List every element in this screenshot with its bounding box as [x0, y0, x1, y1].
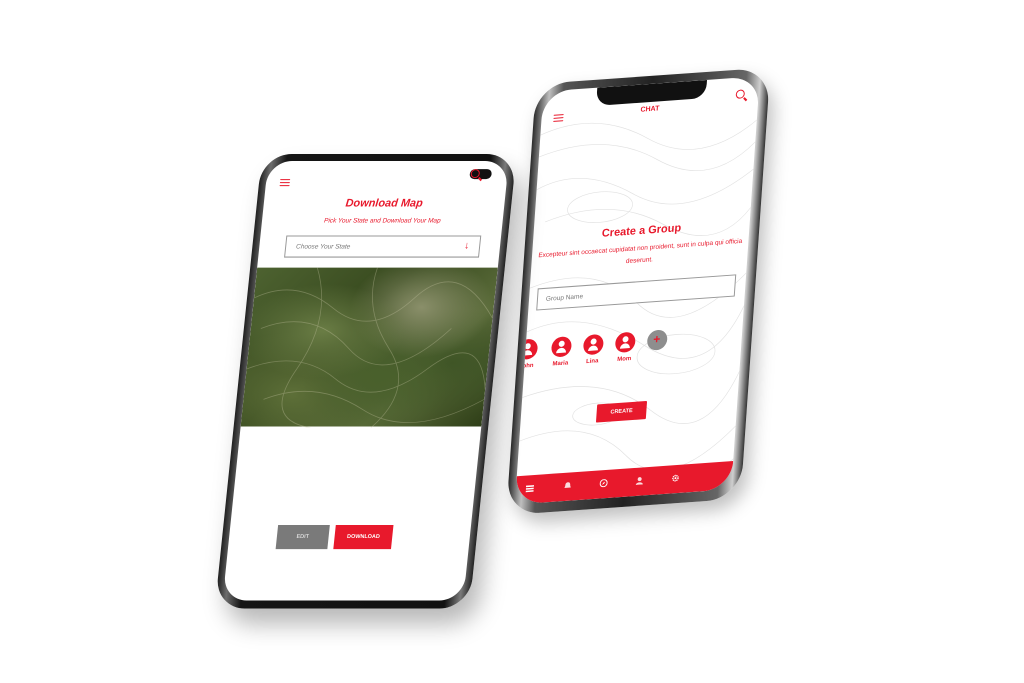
- member-avatar-maria[interactable]: [550, 336, 573, 358]
- member-avatar-mom[interactable]: [614, 331, 636, 354]
- state-select[interactable]: Choose Your State ↓: [284, 235, 482, 258]
- plus-icon: +: [652, 331, 661, 347]
- member-avatar-lina[interactable]: [582, 333, 605, 356]
- create-button[interactable]: CREATE: [595, 400, 648, 423]
- hamburger-icon[interactable]: [279, 179, 291, 187]
- map-phone-mockup: Download Map Pick Your State and Downloa…: [214, 154, 517, 609]
- search-icon[interactable]: [470, 169, 481, 179]
- chat-screen: CHAT Create a Group Excepteur sint occae…: [514, 76, 760, 505]
- edit-button[interactable]: EDIT: [275, 525, 330, 550]
- arrow-down-icon: ↓: [463, 240, 470, 252]
- download-button[interactable]: DOWNLOAD: [333, 525, 394, 550]
- download-map-subtitle: Pick Your State and Download Your Map: [323, 217, 441, 225]
- terrain-texture: [246, 267, 493, 428]
- state-select-placeholder: Choose Your State: [295, 243, 351, 251]
- compass-icon[interactable]: [599, 479, 608, 488]
- member-name: Lina: [585, 358, 599, 366]
- bell-icon[interactable]: [563, 481, 572, 490]
- member-name: Maria: [552, 360, 569, 368]
- download-map-title: Download Map: [344, 197, 424, 210]
- add-member-button[interactable]: +: [646, 329, 668, 351]
- member-name: Mom: [616, 355, 632, 363]
- satellite-map-image[interactable]: [240, 267, 498, 428]
- list-icon[interactable]: [525, 484, 535, 493]
- search-icon[interactable]: [735, 89, 746, 99]
- gear-icon[interactable]: [671, 474, 680, 483]
- chat-phone-mockup: CHAT Create a Group Excepteur sint occae…: [506, 67, 771, 516]
- user-icon[interactable]: [635, 476, 644, 485]
- download-map-screen: Download Map Pick Your State and Downloa…: [222, 161, 509, 601]
